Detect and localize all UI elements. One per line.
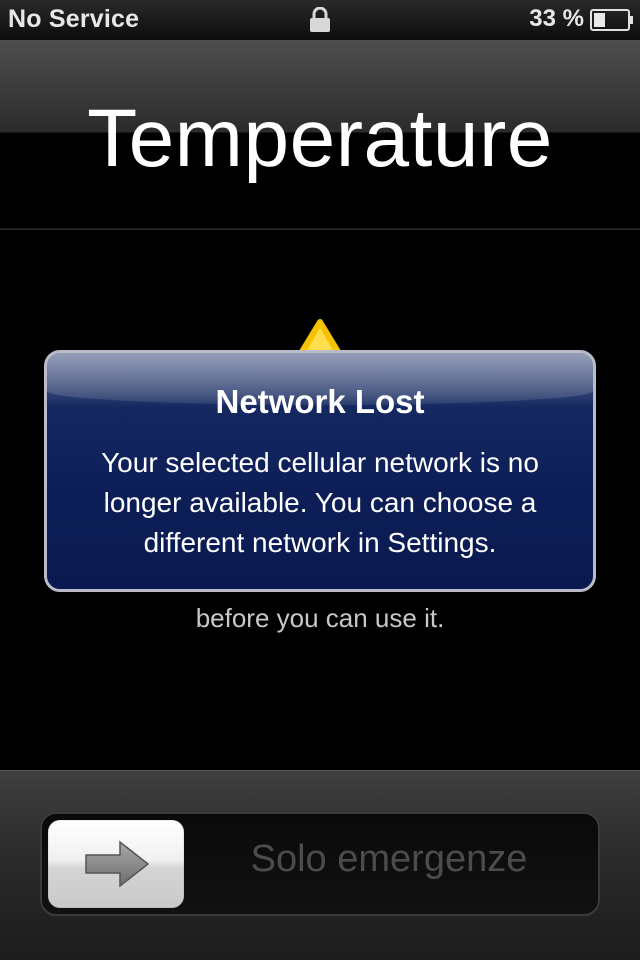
battery-icon — [590, 9, 633, 31]
emergency-slider-label: Solo emergenze — [250, 838, 528, 880]
battery-percent: 33 % — [529, 5, 584, 32]
status-bar: No Service 33 % — [0, 0, 640, 40]
network-lost-alert[interactable]: Network Lost Your selected cellular netw… — [44, 350, 596, 592]
page-title: Temperature — [87, 93, 553, 184]
lock-icon — [310, 7, 330, 32]
lock-screen: No Service 33 % Temperature iPhone needs… — [0, 0, 640, 960]
alert-title: Network Lost — [215, 383, 425, 420]
temperature-message-line2: before you can use it. — [195, 603, 445, 633]
right-arrow-icon — [85, 840, 150, 888]
carrier-label: No Service — [8, 5, 140, 33]
alert-message: Your selected cellular network is no lon… — [101, 447, 539, 558]
title-bar: Temperature — [0, 40, 640, 230]
emergency-slider-knob[interactable] — [48, 820, 184, 908]
